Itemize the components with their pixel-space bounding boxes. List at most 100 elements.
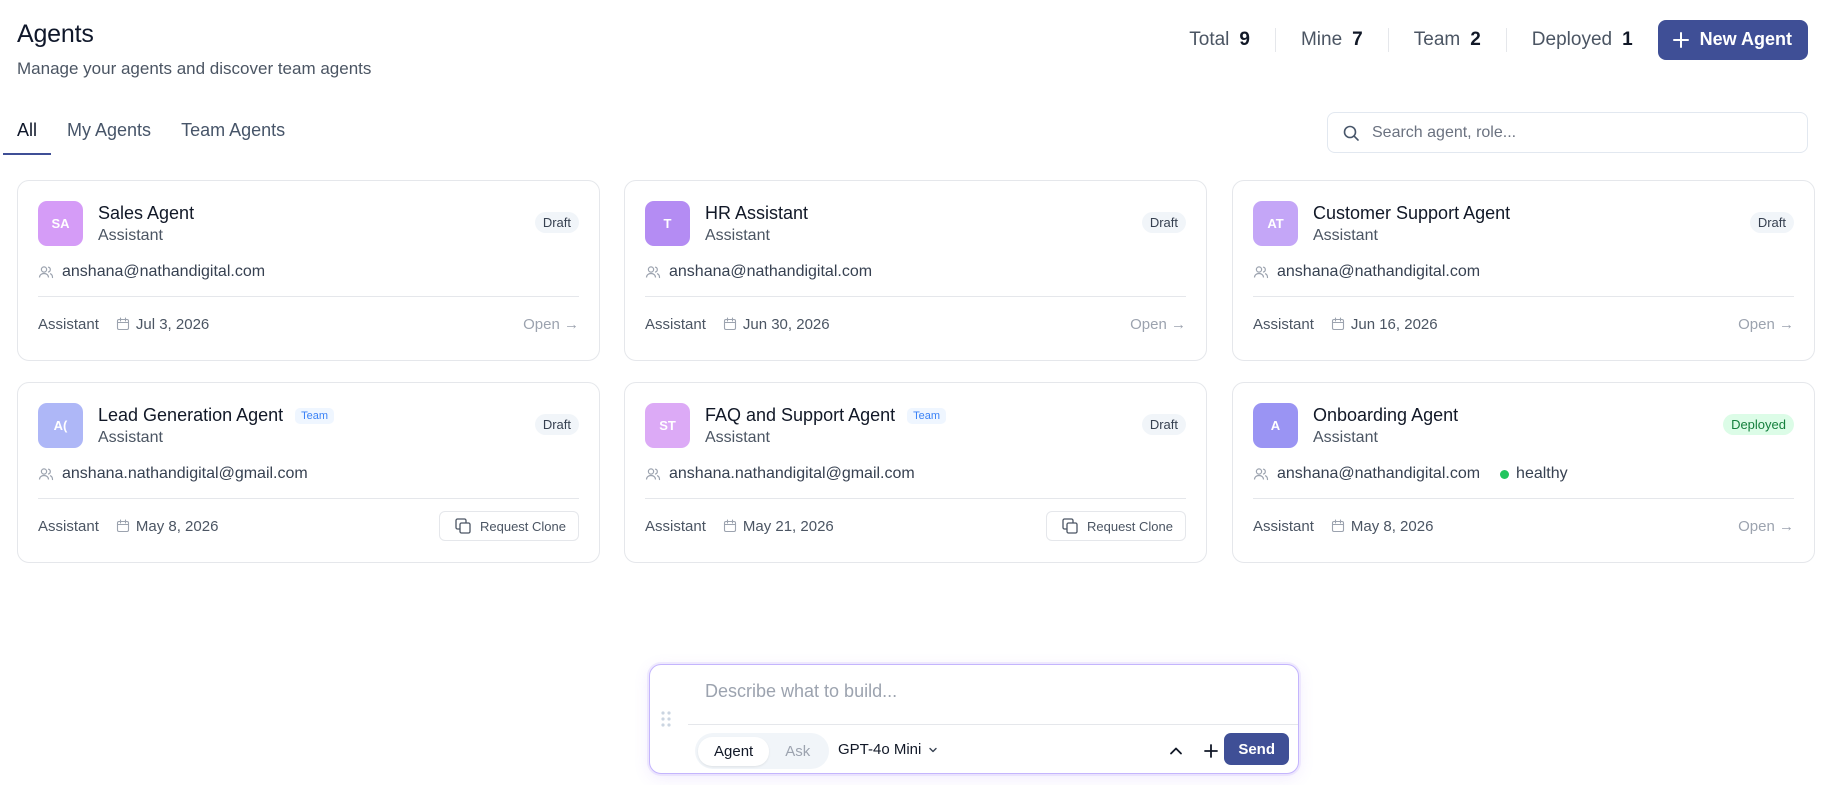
request-clone-button[interactable]: Request Clone [1046, 511, 1186, 541]
owner-row: anshana@nathandigital.com healthy [1253, 465, 1568, 483]
chevron-up-icon[interactable] [1166, 741, 1186, 761]
drag-handle-icon[interactable] [660, 709, 672, 729]
tab-all[interactable]: All [3, 120, 52, 155]
page-subtitle: Manage your agents and discover team age… [17, 59, 372, 78]
agent-name: FAQ and Support Agent [705, 405, 896, 425]
created-date: May 8, 2026 [1331, 517, 1434, 535]
request-clone-button[interactable]: Request Clone [439, 511, 579, 541]
tab-team-agents[interactable]: Team Agents [181, 120, 285, 155]
stat-value: 1 [1622, 28, 1633, 50]
tab-bar: All My Agents Team Agents [3, 120, 315, 155]
mode-ask[interactable]: Ask [769, 737, 826, 766]
agent-name: Lead Generation Agent [98, 405, 284, 425]
calendar-icon [723, 519, 736, 533]
search-icon [1343, 125, 1359, 141]
agent-role: Assistant [705, 227, 770, 244]
health-status: healthy [1500, 465, 1568, 483]
new-agent-button[interactable]: New Agent [1657, 19, 1808, 60]
agent-avatar: A [1253, 403, 1298, 448]
stat-label: Mine [1300, 28, 1343, 50]
card-divider [1253, 296, 1794, 297]
stat-value: 2 [1470, 28, 1481, 50]
agent-name: Sales Agent [98, 203, 195, 223]
owner-row: anshana@nathandigital.com [1253, 263, 1480, 281]
agent-card[interactable]: A Onboarding Agent Assistant Deployed an… [1232, 382, 1815, 563]
agent-avatar: A( [38, 403, 83, 448]
agent-type: Assistant [645, 315, 706, 333]
owner-email: anshana.nathandigital@gmail.com [62, 465, 308, 482]
agent-name-row: Onboarding Agent [1313, 405, 1458, 426]
created-date: Jun 30, 2026 [723, 316, 830, 333]
agent-name-row: Lead Generation Agent Team [98, 405, 335, 426]
created-date: Jul 3, 2026 [116, 316, 209, 333]
stat-label: Team [1413, 28, 1461, 50]
status-badge: Draft [534, 212, 579, 233]
card-divider [645, 498, 1186, 499]
calendar-icon [116, 519, 129, 533]
search-input[interactable] [1372, 123, 1792, 142]
agent-card[interactable]: AT Customer Support Agent Assistant Draf… [1232, 180, 1815, 361]
mode-agent[interactable]: Agent [698, 736, 770, 766]
tab-my-agents[interactable]: My Agents [67, 120, 151, 155]
card-footer: Assistant May 8, 2026 Request Clone [38, 511, 579, 541]
health-dot [1500, 469, 1510, 479]
created-date: Jun 16, 2026 [1331, 316, 1438, 333]
copy-icon [1062, 518, 1078, 534]
open-link[interactable]: Open → [1130, 316, 1186, 333]
created-date: May 21, 2026 [723, 518, 834, 535]
agent-card[interactable]: ST FAQ and Support Agent Team Assistant … [624, 382, 1207, 563]
agent-name-row: Customer Support Agent [1313, 203, 1510, 224]
agent-card[interactable]: A( Lead Generation Agent Team Assistant … [17, 382, 600, 563]
date-label: May 21, 2026 [742, 517, 834, 535]
open-link[interactable]: Open → [523, 316, 579, 333]
agent-role: Assistant [98, 429, 163, 446]
page-header: Agents Manage your agents and discover t… [17, 20, 371, 79]
plus-icon[interactable] [1201, 741, 1221, 761]
stat-label: Deployed [1531, 28, 1613, 50]
stat-team: Team 2 [1389, 29, 1506, 51]
owner-email: anshana@nathandigital.com [669, 263, 873, 280]
agent-type: Assistant [1253, 517, 1314, 535]
send-button[interactable]: Send [1224, 733, 1289, 765]
model-select[interactable]: GPT-4o Mini [838, 741, 939, 758]
team-badge: Team [907, 407, 947, 424]
stat-label: Total [1189, 28, 1230, 50]
plus-icon [1672, 31, 1689, 48]
card-footer: Assistant Jun 30, 2026 Open → [645, 310, 1186, 338]
card-footer: Assistant Jun 16, 2026 Open → [1253, 310, 1794, 338]
agent-name: Onboarding Agent [1313, 405, 1459, 425]
clone-label: Request Clone [1087, 518, 1173, 534]
calendar-icon [1331, 317, 1344, 331]
card-footer: Assistant Jul 3, 2026 Open → [38, 310, 579, 338]
stat-deployed: Deployed 1 [1507, 29, 1658, 51]
card-divider [645, 296, 1186, 297]
agent-card[interactable]: SA Sales Agent Assistant Draft anshana@n… [17, 180, 600, 361]
open-link[interactable]: Open → [1738, 518, 1794, 535]
users-icon [38, 468, 54, 481]
card-divider [38, 498, 579, 499]
new-agent-label: New Agent [1699, 29, 1792, 49]
date-label: May 8, 2026 [135, 517, 219, 535]
status-badge: Deployed [1723, 414, 1794, 435]
users-icon [1253, 468, 1269, 481]
users-icon [1253, 266, 1269, 279]
page-title: Agents [17, 20, 94, 48]
composer-input[interactable] [705, 681, 1265, 702]
agent-card[interactable]: T HR Assistant Assistant Draft anshana@n… [624, 180, 1207, 361]
stat-mine: Mine 7 [1276, 29, 1388, 51]
health-label: healthy [1516, 465, 1568, 482]
stat-value: 7 [1352, 28, 1363, 50]
owner-row: anshana@nathandigital.com [645, 263, 872, 281]
agent-avatar: T [645, 201, 690, 246]
status-badge: Draft [1141, 414, 1186, 435]
agent-role: Assistant [1313, 227, 1378, 244]
card-footer: Assistant May 21, 2026 Request Clone [645, 511, 1186, 541]
open-link[interactable]: Open → [1738, 316, 1794, 333]
users-icon [38, 266, 54, 279]
agent-type: Assistant [1253, 315, 1314, 333]
owner-email: anshana@nathandigital.com [1277, 465, 1481, 482]
date-label: May 8, 2026 [1350, 517, 1434, 535]
created-date: May 8, 2026 [116, 517, 219, 535]
owner-row: anshana.nathandigital@gmail.com [38, 465, 308, 483]
chevron-down-icon [929, 747, 938, 752]
